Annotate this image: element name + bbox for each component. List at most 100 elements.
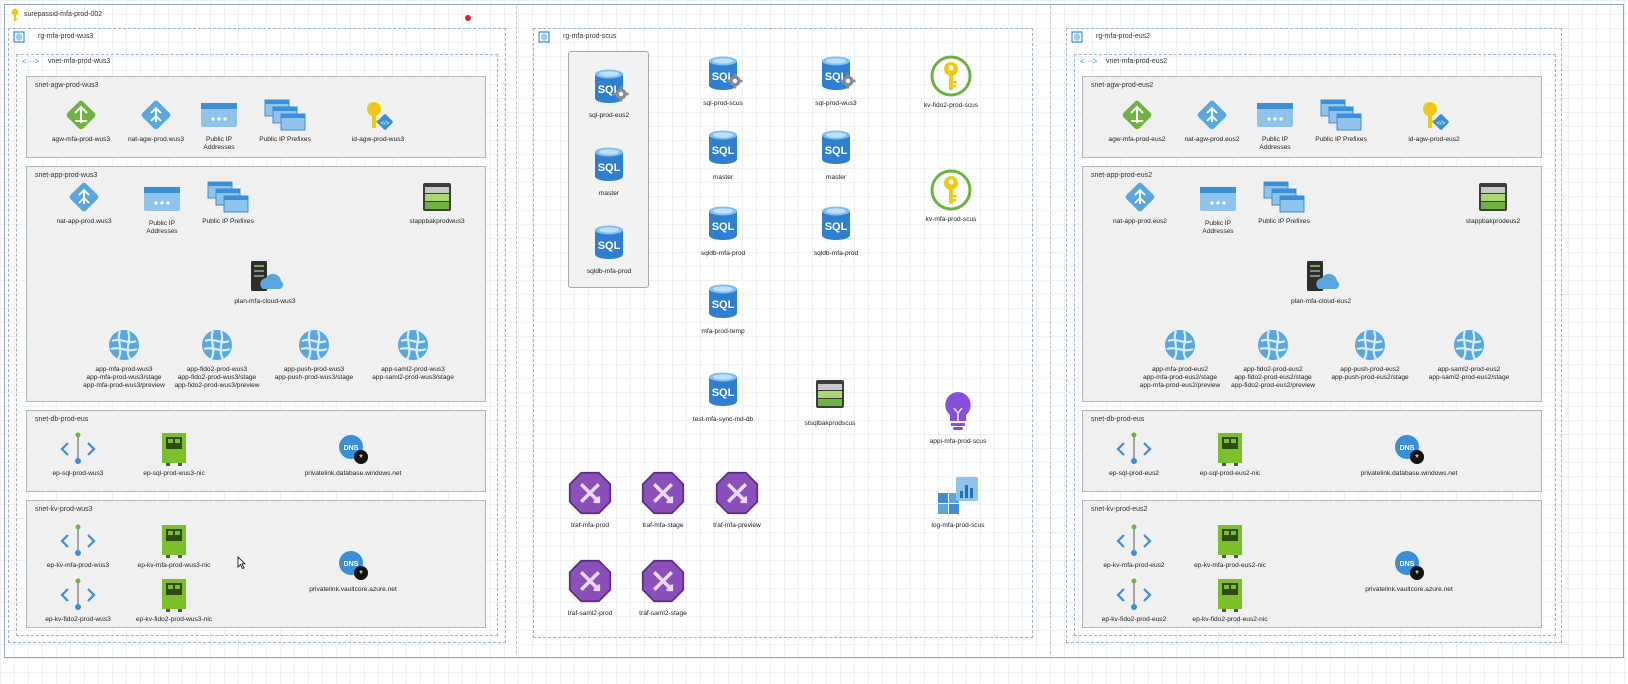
wus3-app-1-label: app-fido2-prod-wus3/preview [174,382,260,389]
svg-text:*: * [1415,569,1419,580]
eus2-storage-app-label: stappbakprodeus2 [1465,218,1521,225]
wus3-app-1[interactable]: app-fido2-prod-wus3 app-fido2-prod-wus3/s… [162,326,272,390]
sql-database-icon: SQL [814,198,858,248]
eus2-agw-item-4[interactable]: </> id-agw-prod-eus2 [1386,96,1482,144]
eus2-ep-kv2[interactable]: ep-kv-fido2-prod-eus2 [1086,576,1182,624]
sql-database-icon: SQL [587,140,631,188]
scus-sql-col2-1[interactable]: SQL master [781,122,891,182]
wus3-pip-app-label: Public IP [148,220,176,227]
svg-text:SQL: SQL [712,221,735,233]
scus-sql-col1-4-label: test-mfa-sync-md-db [692,416,754,423]
wus3-nic-kv1[interactable]: ep-kv-mfa-prod-wus3-nic [119,522,229,570]
private-endpoint-icon [56,430,100,468]
wus3-dns-db[interactable]: DNS * privatelink.database.windows.net [283,430,423,478]
app-service-icon [1251,326,1295,364]
eus2-app-2[interactable]: app-push-prod-eus2 app-push-prod-eus2/sta… [1315,326,1425,382]
scus-sql-col1-2-label: sqldb-mfa-prod [700,250,746,257]
eus2-nic-kv1-label: ep-kv-mfa-prod-eus2-nic [1194,562,1266,569]
scus-sql-col1-0[interactable]: SQL sql-prod-scus [668,48,778,108]
scus-kv-fido2-label: kv-fido2-prod-scus [923,102,979,109]
scus-sql-server-eus2[interactable]: SQL sql-prod-eus2 [572,62,646,120]
scus-sqldb-eus2[interactable]: SQL sqldb-mfa-prod [572,218,646,276]
scus-traffic-2[interactable]: traf-mfa-preview [697,466,777,530]
wus3-agw-item-4[interactable]: </> id-agw-prod-wus3 [330,96,426,144]
managed-identity-icon: </> [1412,96,1456,134]
snet-kv-wus3-title: snet-kv-prod-wus3 [35,506,93,513]
scus-traffic-4[interactable]: traf-saml2-stage [623,554,703,618]
scus-traffic-3-label: traf-saml2-prod [567,610,613,617]
nat-gateway-icon [62,178,106,216]
eus2-ep-kv2-label: ep-kv-fido2-prod-eus2 [1101,616,1167,623]
wus3-ep-kv2[interactable]: ep-kv-fido2-prod-wus3 [30,576,126,624]
eus2-app-3[interactable]: app-saml2-prod-eus2 app-saml2-prod-eus2/s… [1414,326,1524,382]
wus3-nic-kv1-label: ep-kv-mfa-prod-wus3-nic [137,562,211,569]
eus2-nic-sql[interactable]: ep-sql-prod-eus2-nic [1175,430,1285,478]
app-service-icon [391,326,435,364]
eus2-nic-kv1[interactable]: ep-kv-mfa-prod-eus2-nic [1175,522,1285,570]
wus3-nic-sql[interactable]: ep-sql-prod-wus3-nic [119,430,229,478]
wus3-dns-kv[interactable]: DNS * privatelink.vaultcore.azure.net [283,546,423,594]
public-ip-icon [1196,180,1240,218]
app-service-icon [1348,326,1392,364]
eus2-dns-kv[interactable]: DNS * privatelink.vaultcore.azure.net [1339,546,1479,594]
app-service-plan-icon [243,258,287,296]
app-service-icon [1158,326,1202,364]
eus2-app-0-label: app-mfa-prod-eus2 [1151,366,1209,373]
eus2-nic-sql-label: ep-sql-prod-eus2-nic [1199,470,1261,477]
scus-sql-col1-4[interactable]: SQL test-mfa-sync-md-db [668,364,778,424]
svg-text:SQL: SQL [825,221,848,233]
wus3-agw-item-3[interactable]: Public IP Prefixes [237,96,333,144]
wus3-storage-app[interactable]: stappbakprodwus3 [389,178,485,226]
scus-log[interactable]: log-mfa-prod-scus [903,470,1013,530]
application-insights-icon [936,386,980,436]
scus-storage[interactable]: stsqlbakprodscus [782,370,878,428]
eus2-pipp-app[interactable]: Public IP Prefixes [1236,178,1332,226]
eus2-agw-item-4-label: id-agw-prod-eus2 [1408,136,1460,143]
eus2-nic-kv2[interactable]: ep-kv-fido2-prod-eus2-nic [1175,576,1285,624]
eus2-pipp-app-label: Public IP Prefixes [1258,218,1310,225]
scus-kv-fido2[interactable]: kv-fido2-prod-scus [896,52,1006,110]
wus3-ep-kv1[interactable]: ep-kv-mfa-prod-wus3 [30,522,126,570]
scus-traffic-3[interactable]: traf-saml2-prod [550,554,630,618]
eus2-ep-kv1-label: ep-kv-mfa-prod-eus2 [1103,562,1165,569]
eus2-agw-item-3[interactable]: Public IP Prefixes [1293,96,1389,144]
wus3-nic-kv2[interactable]: ep-kv-fido2-prod-wus3-nic [119,576,229,624]
scus-traffic-1[interactable]: traf-mfa-stage [623,466,703,530]
app-service-plan-icon [1299,258,1343,296]
scus-sql-col2-2[interactable]: SQL sqldb-mfa-prod [781,198,891,258]
scus-kv-mfa[interactable]: kv-mfa-prod-scus [896,166,1006,224]
snet-db-wus3-title: snet-db-prod-eus [35,416,89,423]
wus3-pip-app-label: Addresses [146,228,178,235]
wus3-app-2[interactable]: app-push-prod-wus3 app-push-prod-wus3/sta… [259,326,369,382]
application-gateway-icon [1115,96,1159,134]
scus-appi[interactable]: appi-mfa-prod-scus [903,386,1013,446]
scus-sql-col1-1[interactable]: SQL master [668,122,778,182]
scus-traffic-0[interactable]: traf-mfa-prod [550,466,630,530]
scus-sql-col2-0[interactable]: SQL sql-prod-wus3 [781,48,891,108]
wus3-plan[interactable]: plan-mfa-cloud-wus3 [210,258,320,306]
wus3-pipp-app[interactable]: Public IP Prefixes [180,178,276,226]
wus3-ep-sql-label: ep-sql-prod-wus3 [52,470,104,477]
scus-sql-master-eus2[interactable]: SQL master [572,140,646,198]
svg-text:</>: </> [1437,121,1446,127]
scus-sqldb-eus2-label: sqldb-mfa-prod [586,268,632,275]
eus2-storage-app[interactable]: stappbakprodeus2 [1445,178,1541,226]
eus2-plan[interactable]: plan-mfa-cloud-eus2 [1266,258,1376,306]
scus-sql-col1-3-label: mfa-prod-temp [701,328,745,335]
eus2-ep-kv1[interactable]: ep-kv-mfa-prod-eus2 [1086,522,1182,570]
wus3-app-0-label: app-mfa-prod-wus3 [95,366,153,373]
traffic-manager-icon [641,554,685,608]
diagram-canvas: surepassid-mfa-prod-002 rg-mfa-prod-wus3… [0,0,1628,684]
wus3-app-3[interactable]: app-saml2-prod-wus3 app-saml2-prod-wus3/s… [358,326,468,382]
eus2-dns-db[interactable]: DNS * privatelink.database.windows.net [1339,430,1479,478]
wus3-app-1-label: app-fido2-prod-wus3 [186,366,248,373]
svg-text:</>: </> [381,121,390,127]
eus2-app-1[interactable]: app-fido2-prod-eus2 app-fido2-prod-eus2/s… [1218,326,1328,390]
eus2-agw-item-0-label: agw-mfa-prod-eus2 [1108,136,1166,143]
scus-sql-col1-3[interactable]: SQL mfa-prod-temp [668,276,778,336]
wus3-ep-sql[interactable]: ep-sql-prod-wus3 [30,430,126,478]
wus3-nic-kv2-label: ep-kv-fido2-prod-wus3-nic [135,616,213,623]
eus2-ep-sql[interactable]: ep-sql-prod-eus2 [1086,430,1182,478]
sql-database-icon: SQL [814,122,858,172]
scus-sql-col1-2[interactable]: SQL sqldb-mfa-prod [668,198,778,258]
